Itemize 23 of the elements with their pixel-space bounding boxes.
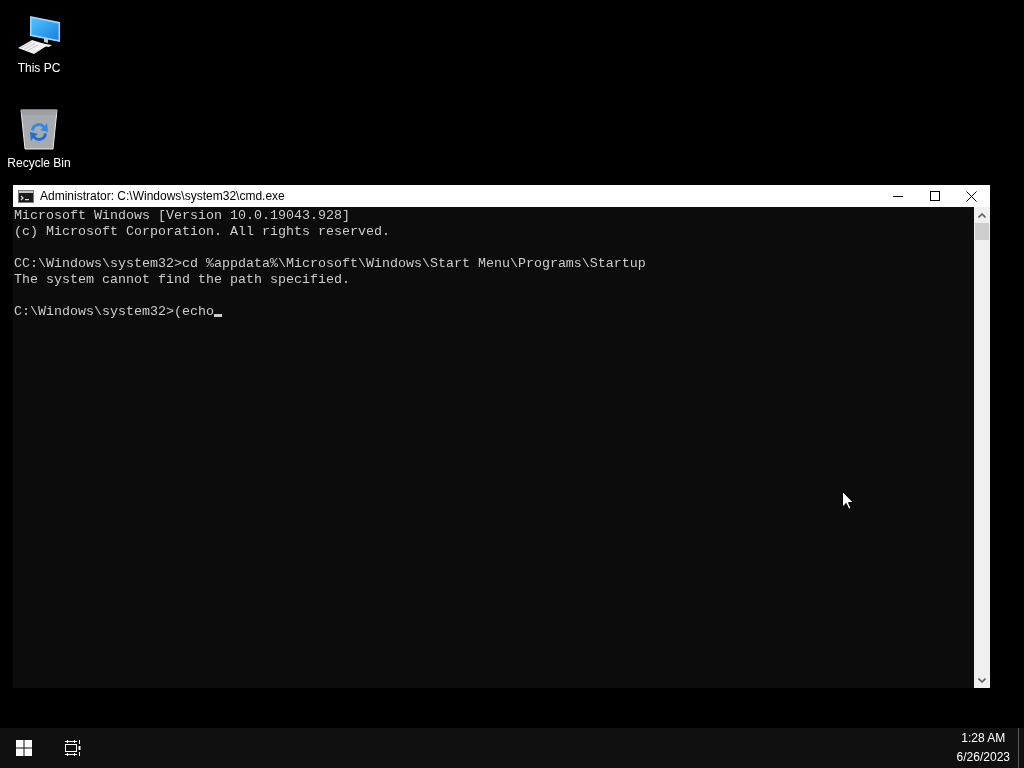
window-title: Administrator: C:\Windows\system32\cmd.exe bbox=[40, 188, 285, 205]
console-line: CC:\Windows\system32>cd %appdata%\Microsoft\Windows\Start Menu\Programs\Startup bbox=[14, 256, 646, 271]
chevron-up-icon bbox=[978, 212, 986, 218]
terminal-icon bbox=[18, 189, 34, 203]
console-line: Microsoft Windows [Version 10.0.19043.928] bbox=[14, 208, 350, 223]
console-line: The system cannot find the path specified. bbox=[14, 272, 350, 287]
maximize-icon bbox=[929, 191, 940, 201]
console-line: (c) Microsoft Corporation. All rights reserved. bbox=[14, 224, 390, 239]
chevron-down-icon bbox=[978, 677, 986, 683]
scrollbar-track[interactable] bbox=[974, 207, 990, 688]
console-line: C:\Windows\system32>(echo bbox=[14, 304, 214, 319]
windows-logo-icon bbox=[16, 740, 32, 756]
mouse-pointer-icon bbox=[842, 491, 854, 510]
clock-button[interactable]: 1:28 AM 6/26/2023 bbox=[948, 728, 1018, 768]
desktop-shortcut[interactable]: Recycle Bin bbox=[1, 103, 77, 170]
close-icon bbox=[966, 190, 977, 202]
minimize-icon bbox=[892, 195, 903, 197]
task-view-icon bbox=[63, 740, 81, 756]
recycle-bin-icon bbox=[19, 106, 59, 150]
desktop-shortcut[interactable]: This PC bbox=[1, 8, 77, 75]
text-cursor-icon bbox=[213, 314, 222, 317]
scrollbar-thumb[interactable] bbox=[975, 223, 989, 240]
computer-icon bbox=[18, 15, 60, 55]
